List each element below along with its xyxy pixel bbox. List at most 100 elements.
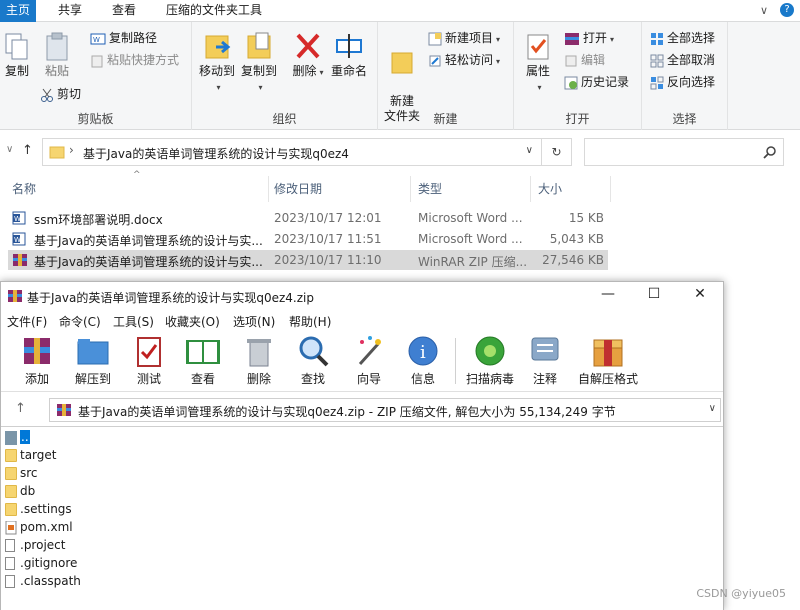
move-to-button[interactable]: 移动到▾ [196, 30, 238, 95]
toolbar-view-button[interactable]: 查看 [175, 334, 231, 387]
toolbar-add-button[interactable]: 添加 [9, 334, 65, 387]
winrar-icon [57, 404, 71, 416]
up-arrow-icon[interactable]: ↑ [22, 143, 33, 158]
maximize-icon[interactable]: ☐ [639, 286, 669, 306]
invert-selection-button[interactable]: 反向选择 [650, 72, 715, 92]
folder-icon [5, 467, 17, 480]
recent-locations-chevron-icon[interactable]: ∨ [6, 144, 13, 155]
column-divider[interactable] [530, 176, 531, 202]
history-button[interactable]: 历史记录 [564, 72, 629, 92]
column-divider[interactable] [268, 176, 269, 202]
toolbar-sfx-button[interactable]: 自解压格式 [575, 334, 641, 387]
magic-wand-icon [358, 336, 381, 366]
window-title: 基于Java的英语单词管理系统的设计与实现q0ez4.zip [27, 291, 314, 305]
easy-access-icon [429, 55, 441, 66]
search-input[interactable] [584, 138, 784, 166]
up-arrow-icon[interactable]: ↑ [15, 401, 26, 416]
toolbar-delete-button[interactable]: 删除 [231, 334, 287, 387]
sort-caret-icon: ^ [133, 170, 141, 180]
file-icon [5, 539, 15, 552]
edit-button[interactable]: 编辑 [564, 50, 605, 70]
tab-home[interactable]: 主页 [0, 0, 36, 22]
item-name: pom.xml [20, 520, 73, 534]
new-folder-icon [391, 52, 413, 74]
group-label-new: 新建 [433, 112, 458, 126]
menu-tools[interactable]: 工具(S) [113, 313, 154, 330]
column-header-name[interactable]: 名称 [12, 178, 36, 200]
menu-options[interactable]: 选项(N) [233, 313, 275, 330]
refresh-icon[interactable]: ↻ [541, 139, 571, 165]
file-type: Microsoft Word ... [418, 232, 523, 246]
toolbar-scan-virus-label: 扫描病毒 [465, 372, 514, 386]
item-name: db [20, 484, 36, 498]
help-icon[interactable]: ? [780, 3, 794, 17]
column-header-size[interactable]: 大小 [538, 178, 562, 200]
archive-path-bar[interactable]: 基于Java的英语单词管理系统的设计与实现q0ez4.zip - ZIP 压缩文… [49, 398, 721, 422]
column-divider[interactable] [410, 176, 411, 202]
rename-icon [336, 34, 362, 58]
toolbar-find-label: 查找 [300, 372, 325, 386]
winrar-icon [13, 254, 27, 266]
breadcrumb-chevron-icon: › [69, 143, 74, 157]
toolbar-find-button[interactable]: 查找 [285, 334, 341, 387]
copy-path-button[interactable]: W 复制路径 [90, 28, 157, 48]
menu-commands[interactable]: 命令(C) [59, 313, 101, 330]
properties-icon [527, 34, 549, 60]
chevron-down-icon[interactable]: ∨ [760, 4, 768, 17]
tab-view[interactable]: 查看 [104, 0, 144, 22]
toolbar-comment-button[interactable]: 注释 [517, 334, 573, 387]
winrar-title-bar[interactable]: 基于Java的英语单词管理系统的设计与实现q0ez4.zip — ☐ ✕ [1, 282, 723, 310]
group-open: 属性 ▾ 打开 ▾ 编辑 历史记录 打开 [514, 22, 642, 130]
copy-button[interactable]: 复制 [2, 32, 32, 79]
toolbar-info-button[interactable]: i 信息 [395, 334, 451, 387]
copy-to-button[interactable]: 复制到▾ [238, 30, 280, 95]
minimize-icon[interactable]: — [593, 286, 623, 306]
toolbar-test-button[interactable]: 测试 [121, 334, 177, 387]
file-date: 2023/10/17 11:10 [274, 253, 382, 267]
column-divider[interactable] [610, 176, 611, 202]
svg-text:W: W [14, 236, 21, 244]
file-row[interactable]: W ssm环境部署说明.docx 2023/10/17 12:01 Micros… [8, 208, 608, 228]
sfx-box-icon [593, 339, 623, 367]
copy-path-label: 复制路径 [109, 31, 158, 45]
folder-icon [5, 449, 17, 462]
paste-shortcut-button[interactable]: 粘贴快捷方式 [90, 50, 179, 70]
cut-button[interactable]: 剪切 [40, 84, 81, 104]
archive-file-list: .. target src db .settings pom.xml .proj… [1, 426, 723, 610]
toolbar-wizard-button[interactable]: 向导 [341, 334, 397, 387]
properties-button[interactable]: 属性 ▾ [520, 32, 556, 95]
menu-help[interactable]: 帮助(H) [289, 313, 331, 330]
select-all-button[interactable]: 全部选择 [650, 28, 715, 48]
tab-share[interactable]: 共享 [50, 0, 90, 22]
new-item-label: 新建项目 [445, 31, 494, 45]
address-dropdown-icon[interactable]: ∨ [526, 145, 533, 156]
path-dropdown-icon[interactable]: ∨ [709, 403, 716, 414]
paste-button[interactable]: 粘贴 [40, 32, 74, 79]
rename-button[interactable]: 重命名 [328, 30, 370, 79]
select-none-button[interactable]: 全部取消 [650, 50, 715, 70]
menu-favorites[interactable]: 收藏夹(O) [165, 313, 220, 330]
new-item-button[interactable]: 新建项目 ▾ [428, 28, 500, 48]
toolbar-extract-button[interactable]: 解压到 [65, 334, 121, 387]
folder-icon [5, 485, 17, 498]
winrar-menu-bar: 文件(F) 命令(C) 工具(S) 收藏夹(O) 选项(N) 帮助(H) [1, 310, 723, 332]
item-name: .. [20, 430, 30, 444]
column-header-type[interactable]: 类型 [418, 178, 442, 200]
easy-access-label: 轻松访问 [445, 53, 494, 67]
close-icon[interactable]: ✕ [685, 286, 715, 306]
file-type: Microsoft Word ... [418, 211, 523, 225]
column-header-date[interactable]: 修改日期 [274, 178, 322, 200]
delete-button[interactable]: 删除 ▾ [290, 30, 326, 80]
file-name: 基于Java的英语单词管理系统的设计与实... [34, 255, 263, 269]
file-row-selected[interactable]: 基于Java的英语单词管理系统的设计与实... 2023/10/17 11:10… [8, 250, 608, 270]
address-bar[interactable]: › 基于Java的英语单词管理系统的设计与实现q0ez4 ∨ ↻ [42, 138, 572, 166]
toolbar-scan-virus-button[interactable]: 扫描病毒 [459, 334, 521, 387]
open-button[interactable]: 打开 ▾ [564, 28, 614, 48]
file-row[interactable]: W 基于Java的英语单词管理系统的设计与实... 2023/10/17 11:… [8, 229, 608, 249]
properties-label: 属性 [525, 64, 550, 78]
menu-file[interactable]: 文件(F) [7, 313, 47, 330]
easy-access-button[interactable]: 轻松访问 ▾ [428, 50, 500, 70]
copy-label: 复制 [4, 64, 29, 78]
tab-compressed-tools[interactable]: 压缩的文件夹工具 [158, 0, 270, 22]
file-type: WinRAR ZIP 压缩... [418, 255, 528, 269]
